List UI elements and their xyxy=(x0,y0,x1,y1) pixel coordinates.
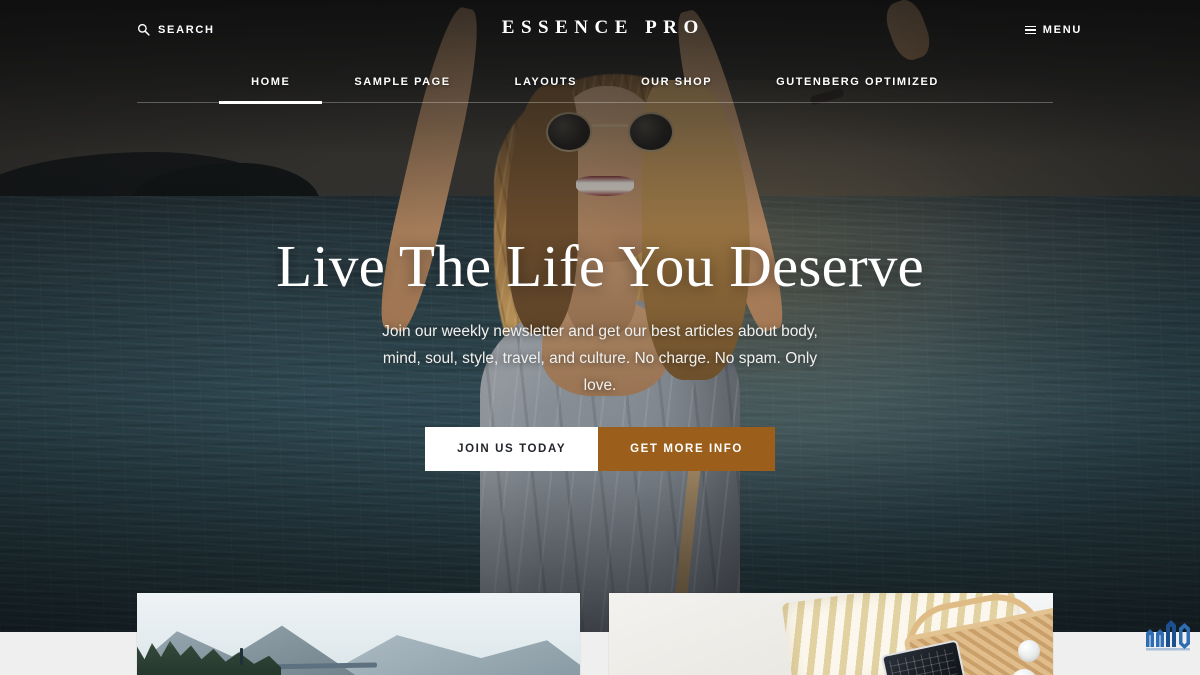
nav-item-layouts[interactable]: LAYOUTS xyxy=(483,68,609,102)
top-bar: SEARCH ESSENCE PRO MENU xyxy=(0,0,1200,62)
nav-item-home[interactable]: HOME xyxy=(219,68,323,104)
page-root: SEARCH ESSENCE PRO MENU HOME SAMPLE PAGE… xyxy=(0,0,1200,675)
nav-item-our-shop[interactable]: OUR SHOP xyxy=(609,68,744,102)
card-mountain[interactable] xyxy=(137,593,580,675)
hamburger-icon xyxy=(1024,25,1036,35)
watermark-logo xyxy=(1144,617,1192,663)
site-title[interactable]: ESSENCE PRO xyxy=(0,17,1200,39)
primary-navigation: HOME SAMPLE PAGE LAYOUTS OUR SHOP GUTENB… xyxy=(137,68,1053,104)
ceramic-cup-1 xyxy=(1018,640,1040,662)
card-mountain-image xyxy=(137,593,580,675)
card-picnic-image xyxy=(609,593,1053,675)
nav-item-sample-page[interactable]: SAMPLE PAGE xyxy=(322,68,482,102)
menu-label: MENU xyxy=(1042,24,1082,36)
person-silhouette xyxy=(240,648,243,665)
card-picnic[interactable] xyxy=(609,593,1053,675)
nav-list: HOME SAMPLE PAGE LAYOUTS OUR SHOP GUTENB… xyxy=(137,68,1053,104)
nav-item-gutenberg-optimized[interactable]: GUTENBERG OPTIMIZED xyxy=(744,68,971,102)
menu-button[interactable]: MENU xyxy=(1024,24,1082,36)
